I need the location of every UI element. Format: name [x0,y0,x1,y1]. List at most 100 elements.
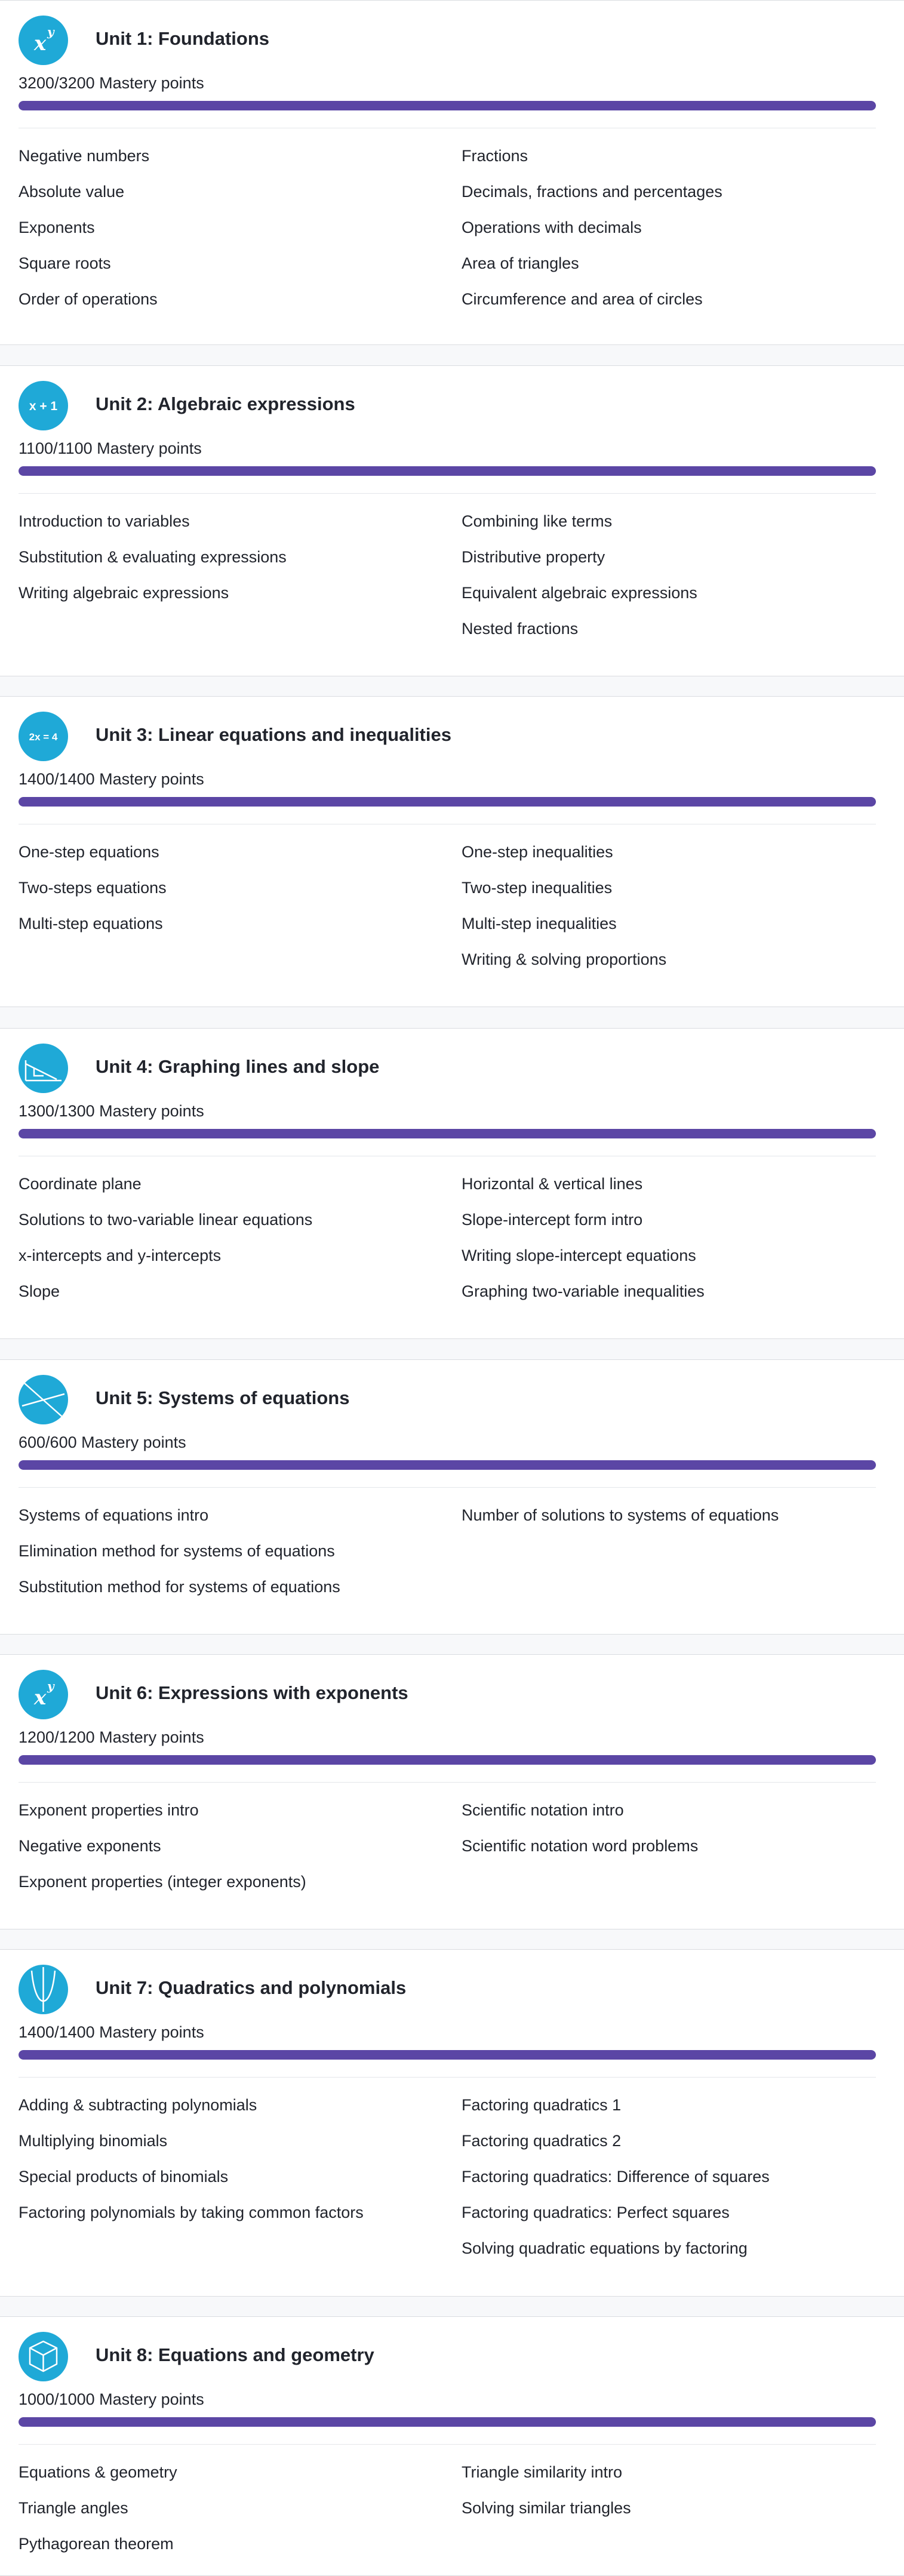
topic-link[interactable]: Solutions to two-variable linear equatio… [19,1208,436,1244]
topic-link[interactable]: Substitution & evaluating expressions [19,545,436,581]
topic-link[interactable]: Graphing two-variable inequalities [462,1279,880,1315]
topic-link[interactable]: Writing algebraic expressions [19,581,436,617]
topic-link[interactable]: Elimination method for systems of equati… [19,1539,436,1575]
topic-link[interactable]: Multi-step equations [19,912,436,947]
unit-title[interactable]: Unit 3: Linear equations and inequalitie… [96,723,451,747]
topic-link[interactable]: Introduction to variables [19,509,436,545]
topic-link[interactable]: Coordinate plane [19,1172,436,1208]
topic-link[interactable]: Operations with decimals [462,216,880,251]
topic-link[interactable]: Factoring quadratics 2 [462,2129,880,2165]
topic-link[interactable]: x-intercepts and y-intercepts [19,1244,436,1279]
topic-column-right: Factoring quadratics 1 Factoring quadrati… [462,2093,880,2272]
divider [19,493,876,494]
mastery-progress-bar [19,2417,876,2427]
topic-link[interactable]: Equations & geometry [19,2460,436,2496]
cube-icon [19,2332,68,2381]
topic-column-left: Introduction to variables Substitution & … [19,509,436,617]
unit-card-8: Unit 8: Equations and geometry 1000/1000 … [0,2316,904,2576]
topic-link[interactable]: Triangle angles [19,2496,436,2532]
topic-link[interactable]: Order of operations [19,287,436,323]
mastery-progress-bar [19,797,876,807]
topic-link[interactable]: Exponents [19,216,436,251]
topic-link[interactable]: Combining like terms [462,509,880,545]
mastery-points: 3200/3200 Mastery points [19,74,204,92]
topic-link[interactable]: Substitution method for systems of equat… [19,1575,436,1611]
topic-link[interactable]: Pythagorean theorem [19,2532,436,2568]
topic-column-left: Coordinate plane Solutions to two-variabl… [19,1172,436,1315]
topic-link[interactable]: Exponent properties intro [19,1798,436,1834]
topic-link[interactable]: Negative numbers [19,144,436,180]
topic-link[interactable]: Horizontal & vertical lines [462,1172,880,1208]
topic-link[interactable]: Solving similar triangles [462,2496,880,2532]
topic-link[interactable]: Triangle similarity intro [462,2460,880,2496]
svg-text:x: x [33,32,47,56]
topic-link[interactable]: One-step equations [19,840,436,876]
mastery-points: 1400/1400 Mastery points [19,2023,204,2041]
unit-title[interactable]: Unit 4: Graphing lines and slope [96,1055,379,1079]
unit-title[interactable]: Unit 6: Expressions with exponents [96,1681,408,1705]
topic-link[interactable]: Multiplying binomials [19,2129,436,2165]
topic-link[interactable]: Distributive property [462,545,880,581]
mastery-points: 600/600 Mastery points [19,1433,186,1451]
topic-column-right: Triangle similarity intro Solving similar… [462,2460,880,2532]
x-plus-one-icon: x + 1 [19,381,68,430]
topic-link[interactable]: Negative exponents [19,1834,436,1870]
topic-link[interactable]: Factoring quadratics 1 [462,2093,880,2129]
topic-link[interactable]: Circumference and area of circles [462,287,880,323]
topic-link[interactable]: One-step inequalities [462,840,880,876]
divider [19,1782,876,1783]
topic-link[interactable]: Scientific notation word problems [462,1834,880,1870]
mastery-points: 1400/1400 Mastery points [19,770,204,788]
svg-text:x: x [33,1686,47,1710]
topic-column-left: Adding & subtracting polynomials Multiply… [19,2093,436,2236]
topic-link[interactable]: Number of solutions to systems of equati… [462,1503,880,1539]
unit-title[interactable]: Unit 1: Foundations [96,27,269,51]
topic-link[interactable]: Absolute value [19,180,436,216]
unit-card-3: 2x = 4 Unit 3: Linear equations and inequ… [0,696,904,1007]
topic-link[interactable]: Two-steps equations [19,876,436,912]
topic-link[interactable]: Special products of binomials [19,2165,436,2200]
svg-text:x + 1: x + 1 [29,399,58,413]
unit-card-6: x y Unit 6: Expressions with exponents 1200… [0,1654,904,1929]
topic-link[interactable]: Two-step inequalities [462,876,880,912]
svg-text:2x = 4: 2x = 4 [29,731,58,743]
topic-link[interactable]: Multi-step inequalities [462,912,880,947]
unit-title[interactable]: Unit 5: Systems of equations [96,1386,349,1410]
topic-link[interactable]: Writing slope-intercept equations [462,1244,880,1279]
svg-text:y: y [47,1679,55,1693]
topic-link[interactable]: Fractions [462,144,880,180]
topic-link[interactable]: Factoring quadratics: Difference of squa… [462,2165,880,2200]
topic-column-right: Scientific notation intro Scientific nota… [462,1798,880,1870]
topic-link[interactable]: Writing & solving proportions [462,947,880,983]
topic-link[interactable]: Decimals, fractions and percentages [462,180,880,216]
mastery-progress-fill [19,1755,876,1765]
topic-column-left: One-step equations Two-steps equations Mul… [19,840,436,947]
topic-link[interactable]: Solving quadratic equations by factoring [462,2236,880,2272]
divider [19,1487,876,1488]
topic-link[interactable]: Equivalent algebraic expressions [462,581,880,617]
topic-link[interactable]: Scientific notation intro [462,1798,880,1834]
topic-link[interactable]: Adding & subtracting polynomials [19,2093,436,2129]
parabola-icon [19,1965,68,2014]
topic-link[interactable]: Slope-intercept form intro [462,1208,880,1244]
mastery-progress-fill [19,2417,876,2427]
unit-title[interactable]: Unit 7: Quadratics and polynomials [96,1976,406,2000]
topic-link[interactable]: Area of triangles [462,251,880,287]
unit-title[interactable]: Unit 8: Equations and geometry [96,2343,374,2367]
mastery-progress-bar [19,1129,876,1138]
unit-card-1: x y Unit 1: Foundations 3200/3200 Mastery p… [0,0,904,345]
mastery-progress-fill [19,101,876,110]
topic-link[interactable]: Exponent properties (integer exponents) [19,1870,436,1906]
superscript-xy-icon: xy [19,16,68,65]
topic-column-right: Fractions Decimals, fractions and percent… [462,144,880,323]
unit-title[interactable]: Unit 2: Algebraic expressions [96,392,355,416]
topic-column-left: Exponent properties intro Negative expone… [19,1798,436,1906]
divider [19,2077,876,2078]
topic-link[interactable]: Systems of equations intro [19,1503,436,1539]
topic-link[interactable]: Factoring quadratics: Perfect squares [462,2200,880,2236]
topic-link[interactable]: Factoring polynomials by taking common f… [19,2200,436,2236]
topic-link[interactable]: Nested fractions [462,617,880,653]
topic-link[interactable]: Square roots [19,251,436,287]
topic-column-right: Combining like terms Distributive propert… [462,509,880,653]
topic-link[interactable]: Slope [19,1279,436,1315]
